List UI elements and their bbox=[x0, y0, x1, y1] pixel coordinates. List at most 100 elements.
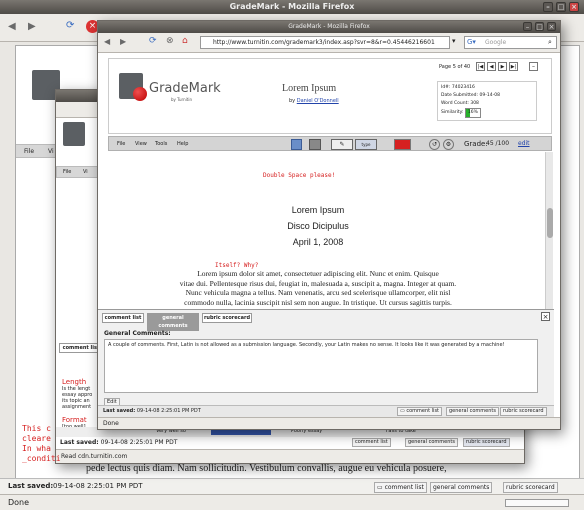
front-color-swatch[interactable] bbox=[394, 139, 411, 150]
front-brand-byline: by Turnitin bbox=[171, 97, 192, 102]
front-maximize-button[interactable]: □ bbox=[535, 22, 544, 31]
front-print-icon[interactable] bbox=[309, 139, 321, 150]
middle-comment-list-tab-label: comment list bbox=[62, 345, 100, 351]
front-menu-file[interactable]: File bbox=[117, 141, 125, 147]
middle-comment-list-label: comment list bbox=[355, 439, 388, 445]
front-tab-comment-list-label: comment list bbox=[104, 315, 142, 321]
outer-back-icon[interactable]: ◀ bbox=[8, 21, 16, 32]
front-paper-line-1: Lorem ipsum dolor sit amet, consectetuer… bbox=[197, 269, 439, 278]
outer-window-title: GradeMark - Mozilla Firefox bbox=[229, 2, 355, 11]
outer-menu-file[interactable]: File bbox=[24, 148, 34, 155]
front-next-page-button[interactable]: ▶ bbox=[498, 62, 507, 71]
front-doc-author-link[interactable]: Daniel O'Donnell bbox=[297, 98, 339, 104]
front-url-text: http://www.turnitin.com/grademark3/index… bbox=[213, 39, 435, 46]
front-search-engine-icon[interactable]: G▾ bbox=[467, 38, 476, 46]
front-url-bar[interactable]: http://www.turnitin.com/grademark3/index… bbox=[200, 36, 450, 49]
outer-general-comments-button[interactable]: general comments bbox=[430, 482, 493, 493]
front-reload-icon[interactable]: ⟳ bbox=[149, 36, 157, 46]
front-stop-icon[interactable]: ⊗ bbox=[166, 36, 174, 46]
front-url-dropdown-icon[interactable]: ▾ bbox=[452, 37, 456, 45]
front-menu-view[interactable]: View bbox=[135, 141, 147, 147]
front-doc-title: Lorem Ipsum bbox=[282, 83, 337, 94]
outer-rubric-scorecard-button[interactable]: rubric scorecard bbox=[503, 482, 558, 493]
front-search-box[interactable]: G▾ Google ⌕ bbox=[464, 36, 557, 49]
outer-close-button[interactable]: × bbox=[569, 2, 579, 12]
front-tab-rubric-scorecard[interactable]: rubric scorecard bbox=[202, 313, 252, 323]
front-search-icon[interactable]: ⌕ bbox=[548, 38, 552, 47]
front-home-icon[interactable]: ⌂ bbox=[182, 36, 188, 46]
outer-red-line-3: In wha bbox=[22, 444, 51, 453]
front-annotation-itself[interactable]: Itself? Why? bbox=[215, 262, 258, 269]
front-paper-line-4: commodo nulla, lacinia suscipit nisl sem… bbox=[184, 297, 452, 307]
middle-comment-list-button[interactable]: comment list bbox=[352, 438, 391, 447]
outer-minimize-button[interactable]: – bbox=[543, 2, 553, 12]
front-type-tool-button[interactable]: type bbox=[355, 139, 377, 150]
middle-general-comments-button[interactable]: general comments bbox=[405, 438, 458, 447]
front-comment-list-button[interactable]: ▭ comment list bbox=[397, 407, 443, 416]
front-first-page-button[interactable]: |◀ bbox=[476, 62, 485, 71]
outer-forward-icon[interactable]: ▶ bbox=[28, 21, 36, 32]
front-menu-help[interactable]: Help bbox=[177, 141, 188, 147]
front-similarity-value: 16% bbox=[467, 110, 478, 115]
middle-menu-view[interactable]: Vi bbox=[83, 169, 88, 175]
front-gc-textarea[interactable]: A couple of comments. First, Latin is no… bbox=[104, 339, 538, 393]
front-scrollbar[interactable] bbox=[545, 152, 553, 312]
front-minimize-button[interactable]: – bbox=[523, 22, 532, 31]
front-toolbar: ◀ ▶ ⟳ ⊗ ⌂ http://www.turnitin.com/gradem… bbox=[98, 33, 560, 53]
front-tab-general-comments[interactable]: general comments bbox=[147, 313, 199, 331]
middle-rubric-scorecard-button[interactable]: rubric scorecard bbox=[463, 438, 510, 447]
front-scrollbar-thumb[interactable] bbox=[547, 208, 553, 238]
front-info-words-value: 308 bbox=[470, 101, 479, 106]
outer-comment-list-button[interactable]: ▭ comment list bbox=[374, 482, 427, 493]
outer-red-line-1: This c bbox=[22, 424, 51, 433]
front-doc-author-line: by Daniel O'Donnell bbox=[289, 98, 339, 104]
outer-last-saved-label: Last saved: bbox=[8, 482, 54, 490]
front-menu-tools[interactable]: Tools bbox=[155, 141, 167, 147]
front-close-button[interactable]: × bbox=[547, 22, 556, 31]
middle-menu-file[interactable]: File bbox=[63, 169, 71, 175]
outer-red-comment-lines: This c cleare In wha _conditi bbox=[22, 424, 61, 464]
front-brand-name: GradeMark bbox=[149, 81, 221, 96]
front-grade-value: 45 /100 bbox=[486, 140, 510, 147]
outer-maximize-button[interactable]: □ bbox=[556, 2, 566, 12]
front-collapse-button[interactable]: – bbox=[529, 62, 538, 71]
outer-rubric-scorecard-label: rubric scorecard bbox=[506, 484, 555, 491]
front-annotation-double-space[interactable]: Double Space please! bbox=[263, 172, 335, 179]
middle-statusbar: Read cdn.turnitin.com bbox=[56, 449, 524, 463]
front-gc-heading: General Comments: bbox=[104, 330, 171, 337]
front-grade-edit-link[interactable]: edit bbox=[518, 140, 530, 147]
front-rubric-scorecard-btn-label: rubric scorecard bbox=[503, 408, 544, 414]
front-general-comments-button[interactable]: general comments bbox=[446, 407, 499, 416]
front-info-date-value: 09-14-08 bbox=[479, 93, 500, 98]
front-general-comments-btn-label: general comments bbox=[449, 408, 496, 414]
middle-status-text: Read cdn.turnitin.com bbox=[61, 453, 128, 460]
front-titlebar: GradeMark - Mozilla Firefox – □ × bbox=[98, 21, 560, 33]
front-paper-date: April 1, 2008 bbox=[292, 237, 344, 247]
front-paper-body: Lorem ipsum dolor sit amet, consectetuer… bbox=[108, 269, 528, 310]
front-tab-comment-list[interactable]: comment list bbox=[102, 313, 144, 323]
outer-reload-icon[interactable]: ⟳ bbox=[66, 20, 74, 31]
front-app-menubar: File View Tools Help ✎ type ↺ ⚙ Grade: 4… bbox=[108, 136, 552, 151]
outer-last-saved-value: 09-14-08 2:25:01 PM PDT bbox=[53, 482, 143, 490]
front-last-page-button[interactable]: ▶| bbox=[509, 62, 518, 71]
front-status-text: Done bbox=[103, 420, 119, 427]
outer-footer: Last saved: 09-14-08 2:25:01 PM PDT ▭ co… bbox=[0, 478, 584, 494]
front-prev-page-button[interactable]: ◀ bbox=[487, 62, 496, 71]
front-forward-icon[interactable]: ▶ bbox=[120, 37, 126, 46]
front-comments-panel: comment list general comments rubric sco… bbox=[98, 309, 554, 414]
front-save-icon[interactable] bbox=[291, 139, 302, 150]
front-last-saved: Last saved: 09-14-08 2:25:01 PM PDT bbox=[103, 408, 201, 414]
front-back-icon[interactable]: ◀ bbox=[104, 37, 110, 46]
outer-menu-view[interactable]: Vi bbox=[48, 148, 54, 155]
front-similarity-badge[interactable]: 16% bbox=[464, 108, 481, 118]
front-info-similarity: Similarity: 16% bbox=[441, 108, 533, 118]
front-last-saved-value: 09-14-08 2:25:01 PM PDT bbox=[136, 408, 201, 414]
front-footer: Last saved: 09-14-08 2:25:01 PM PDT ▭ co… bbox=[98, 405, 554, 417]
front-info-sim-label: Similarity: bbox=[441, 110, 464, 115]
front-apple-icon bbox=[133, 87, 147, 101]
front-settings-icon[interactable]: ⚙ bbox=[443, 139, 454, 150]
front-pen-tool-icon[interactable]: ✎ bbox=[331, 139, 353, 150]
front-panel-close-icon[interactable]: × bbox=[541, 312, 550, 321]
front-undo-icon[interactable]: ↺ bbox=[429, 139, 440, 150]
front-rubric-scorecard-button[interactable]: rubric scorecard bbox=[500, 407, 547, 416]
